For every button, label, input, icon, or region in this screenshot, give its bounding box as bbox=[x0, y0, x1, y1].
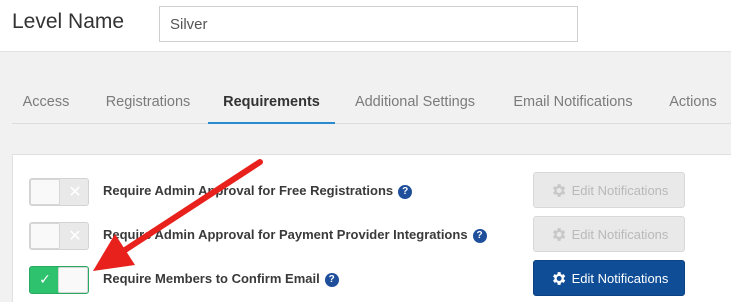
payment-approval-label: Require Admin Approval for Payment Provi… bbox=[103, 227, 487, 243]
question-circle-icon[interactable]: ? bbox=[324, 273, 339, 287]
check-icon: ✓ bbox=[39, 272, 51, 288]
requirements-panel: ✕ Require Admin Approval for Free Regist… bbox=[12, 154, 731, 302]
toggle-knob bbox=[58, 267, 88, 293]
requirement-row-confirm-email: ✓ Require Members to Confirm Email? Edit… bbox=[13, 259, 731, 299]
free-approval-label: Require Admin Approval for Free Registra… bbox=[103, 183, 413, 199]
tab-access[interactable]: Access bbox=[16, 80, 76, 124]
x-icon: ✕ bbox=[68, 182, 82, 201]
question-circle-icon[interactable]: ? bbox=[398, 185, 413, 199]
free-approval-toggle[interactable]: ✕ bbox=[29, 178, 89, 206]
tab-requirements[interactable]: Requirements bbox=[208, 80, 335, 124]
payment-approval-edit-notifications-button[interactable]: Edit Notifications bbox=[533, 216, 685, 252]
x-icon: ✕ bbox=[68, 226, 82, 245]
free-approval-edit-notifications-button[interactable]: Edit Notifications bbox=[533, 172, 685, 208]
level-header: Level Name bbox=[0, 0, 731, 52]
settings-tabs: Access Registrations Requirements Additi… bbox=[12, 80, 731, 124]
level-name-label: Level Name bbox=[12, 10, 125, 33]
confirm-email-label: Require Members to Confirm Email? bbox=[103, 271, 339, 287]
tab-registrations[interactable]: Registrations bbox=[96, 80, 200, 124]
payment-approval-toggle[interactable]: ✕ bbox=[29, 222, 89, 250]
gear-icon bbox=[552, 272, 565, 285]
tab-email-notifications[interactable]: Email Notifications bbox=[504, 80, 642, 124]
requirement-row-free-approval: ✕ Require Admin Approval for Free Regist… bbox=[13, 171, 731, 211]
level-name-input[interactable] bbox=[159, 6, 578, 42]
gear-icon bbox=[552, 184, 565, 197]
toggle-knob bbox=[30, 223, 60, 249]
confirm-email-toggle[interactable]: ✓ bbox=[29, 266, 89, 294]
toggle-knob bbox=[30, 179, 60, 205]
requirement-row-payment-approval: ✕ Require Admin Approval for Payment Pro… bbox=[13, 215, 731, 255]
tab-additional-settings[interactable]: Additional Settings bbox=[347, 80, 483, 124]
gear-icon bbox=[552, 228, 565, 241]
confirm-email-edit-notifications-button[interactable]: Edit Notifications bbox=[533, 260, 685, 296]
tab-actions[interactable]: Actions bbox=[663, 80, 723, 124]
question-circle-icon[interactable]: ? bbox=[472, 229, 487, 243]
